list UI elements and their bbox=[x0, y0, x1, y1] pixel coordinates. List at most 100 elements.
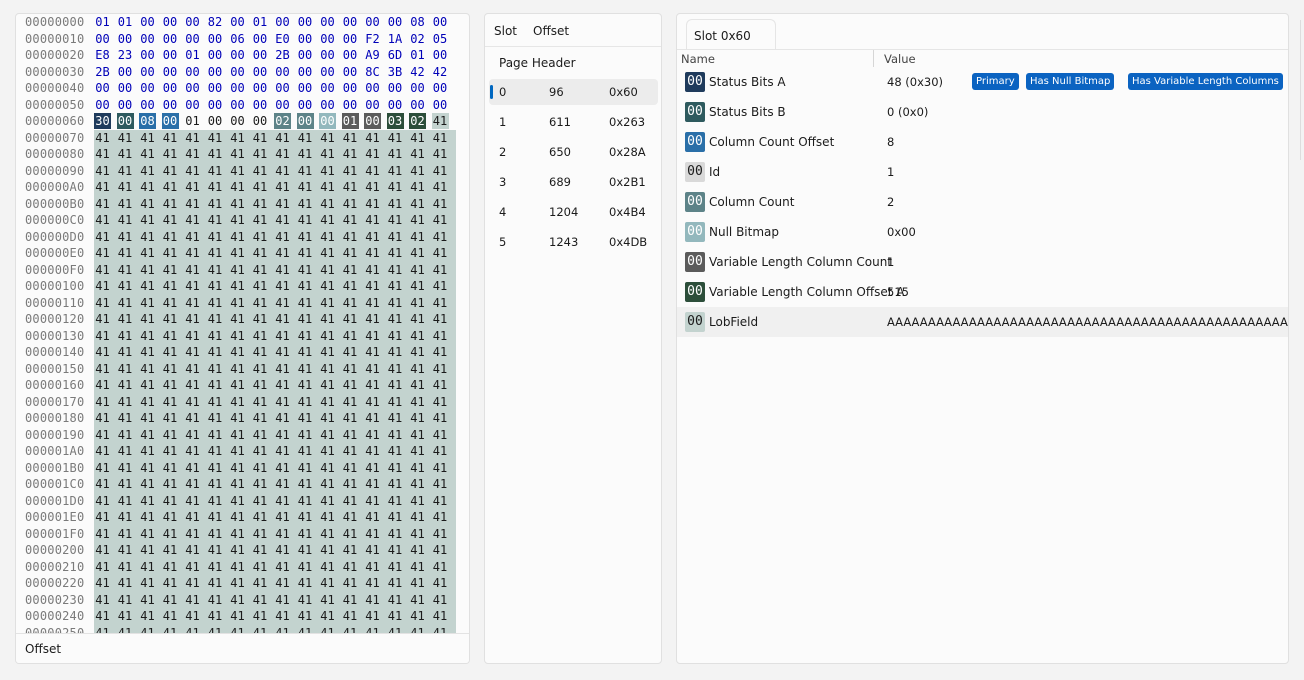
hex-byte[interactable]: 41 bbox=[161, 393, 179, 410]
hex-byte[interactable]: 41 bbox=[364, 311, 381, 327]
hex-byte[interactable]: 41 bbox=[341, 476, 359, 492]
hex-byte[interactable]: 41 bbox=[206, 509, 224, 525]
hex-byte[interactable]: 41 bbox=[341, 261, 359, 278]
hex-byte[interactable]: 00 bbox=[229, 64, 246, 80]
hex-byte[interactable]: 41 bbox=[296, 162, 314, 179]
hex-byte[interactable]: 41 bbox=[161, 212, 179, 228]
hex-byte[interactable]: 41 bbox=[364, 476, 381, 492]
hex-byte[interactable]: 41 bbox=[184, 212, 201, 228]
hex-byte[interactable]: 41 bbox=[409, 162, 426, 179]
hex-byte[interactable]: 41 bbox=[139, 525, 156, 542]
hex-byte[interactable]: 42 bbox=[432, 64, 449, 80]
name-column-header[interactable]: Name bbox=[681, 52, 715, 66]
hex-byte[interactable]: 00 bbox=[432, 97, 449, 113]
hex-byte[interactable]: 41 bbox=[116, 195, 134, 212]
hex-byte[interactable]: 41 bbox=[431, 377, 449, 393]
hex-byte[interactable]: 41 bbox=[94, 344, 111, 360]
hex-byte[interactable]: 41 bbox=[139, 459, 156, 476]
hex-byte[interactable]: 41 bbox=[251, 294, 269, 311]
hex-byte[interactable]: 41 bbox=[161, 360, 179, 377]
hex-byte[interactable]: 00 bbox=[364, 14, 381, 30]
hex-byte[interactable]: 41 bbox=[409, 377, 426, 393]
hex-byte[interactable]: 00 bbox=[117, 97, 134, 113]
hex-byte[interactable]: 41 bbox=[184, 558, 201, 575]
hex-byte[interactable]: 41 bbox=[139, 278, 156, 294]
hex-byte[interactable]: 41 bbox=[364, 129, 381, 146]
hex-byte[interactable]: 41 bbox=[184, 492, 201, 509]
hex-byte[interactable]: 41 bbox=[139, 228, 156, 245]
hex-byte[interactable]: 00 bbox=[207, 97, 224, 113]
hex-byte[interactable]: 41 bbox=[274, 212, 291, 228]
hex-byte[interactable]: 41 bbox=[386, 608, 404, 624]
hex-byte[interactable]: 41 bbox=[116, 558, 134, 575]
hex-byte[interactable]: 41 bbox=[274, 311, 291, 327]
value-column-header[interactable]: Value bbox=[884, 52, 916, 66]
hex-byte[interactable]: 41 bbox=[251, 558, 269, 575]
hex-byte[interactable]: 00 bbox=[139, 80, 156, 96]
hex-byte[interactable]: 41 bbox=[206, 443, 224, 459]
hex-byte[interactable]: 41 bbox=[386, 542, 404, 558]
hex-byte[interactable]: 41 bbox=[431, 575, 449, 591]
hex-byte[interactable]: 41 bbox=[319, 492, 336, 509]
hex-byte[interactable]: 41 bbox=[409, 426, 426, 443]
hex-byte[interactable]: 41 bbox=[341, 129, 359, 146]
hex-byte[interactable]: 41 bbox=[94, 129, 111, 146]
hex-byte[interactable]: 41 bbox=[184, 294, 201, 311]
hex-byte[interactable]: 41 bbox=[409, 245, 426, 261]
hex-byte[interactable]: 41 bbox=[139, 393, 156, 410]
hex-byte[interactable]: 00 bbox=[139, 14, 156, 30]
hex-byte[interactable]: 41 bbox=[161, 245, 179, 261]
hex-byte[interactable]: 00 bbox=[252, 47, 269, 63]
hex-byte[interactable]: 41 bbox=[206, 492, 224, 509]
property-row[interactable]: 00 Column Count 2 bbox=[677, 187, 1288, 217]
hex-byte[interactable]: 41 bbox=[251, 542, 269, 558]
hex-byte[interactable]: 00 bbox=[117, 64, 134, 80]
hex-byte[interactable]: 41 bbox=[319, 179, 336, 195]
hex-byte[interactable]: 41 bbox=[364, 278, 381, 294]
hex-byte[interactable]: 41 bbox=[431, 228, 449, 245]
hex-byte[interactable]: 41 bbox=[386, 344, 404, 360]
hex-byte[interactable]: 41 bbox=[296, 311, 314, 327]
hex-byte[interactable]: 41 bbox=[116, 212, 134, 228]
hex-byte[interactable]: 41 bbox=[161, 443, 179, 459]
hex-byte[interactable]: 41 bbox=[116, 228, 134, 245]
property-row[interactable]: 00 Null Bitmap 0x00 bbox=[677, 217, 1288, 247]
hex-byte[interactable]: 00 bbox=[252, 64, 269, 80]
hex-byte[interactable]: 00 bbox=[274, 80, 291, 96]
hex-byte[interactable]: 41 bbox=[409, 278, 426, 294]
hex-byte[interactable]: 41 bbox=[116, 410, 134, 426]
hex-byte[interactable]: 00 bbox=[184, 31, 201, 47]
hex-byte[interactable]: 41 bbox=[274, 344, 291, 360]
property-row[interactable]: 00 Column Count Offset 8 bbox=[677, 127, 1288, 157]
slot-item-5[interactable]: 5 1243 0x4DB bbox=[489, 229, 658, 255]
hex-byte[interactable]: 41 bbox=[341, 410, 359, 426]
hex-byte[interactable]: 41 bbox=[409, 492, 426, 509]
hex-byte[interactable]: 41 bbox=[161, 162, 179, 179]
hex-byte[interactable]: 02 bbox=[274, 113, 291, 129]
hex-byte[interactable]: 41 bbox=[94, 327, 111, 344]
hex-byte[interactable]: 41 bbox=[431, 212, 449, 228]
hex-byte[interactable]: 00 bbox=[364, 80, 381, 96]
hex-byte[interactable]: 41 bbox=[94, 459, 111, 476]
hex-byte[interactable]: 00 bbox=[297, 80, 314, 96]
hex-byte[interactable]: 41 bbox=[386, 492, 404, 509]
hex-byte[interactable]: 01 bbox=[409, 47, 426, 63]
hex-byte[interactable]: 41 bbox=[364, 575, 381, 591]
hex-byte[interactable]: 41 bbox=[364, 146, 381, 162]
hex-byte[interactable]: 41 bbox=[386, 294, 404, 311]
hex-byte[interactable]: 41 bbox=[274, 360, 291, 377]
hex-byte[interactable]: 41 bbox=[319, 591, 336, 608]
hex-byte[interactable]: 00 bbox=[207, 47, 224, 63]
hex-byte[interactable]: 01 bbox=[184, 47, 201, 63]
hex-byte[interactable]: 41 bbox=[319, 410, 336, 426]
hex-byte[interactable]: 41 bbox=[251, 179, 269, 195]
hex-byte[interactable]: 02 bbox=[409, 31, 426, 47]
hex-byte[interactable]: 41 bbox=[341, 558, 359, 575]
property-row[interactable]: 00 Id 1 bbox=[677, 157, 1288, 187]
hex-byte[interactable]: 41 bbox=[364, 162, 381, 179]
hex-byte[interactable]: 41 bbox=[206, 162, 224, 179]
hex-byte[interactable]: 08 bbox=[409, 14, 426, 30]
hex-byte[interactable]: 41 bbox=[229, 360, 246, 377]
hex-byte[interactable]: 41 bbox=[296, 542, 314, 558]
hex-byte[interactable]: 41 bbox=[229, 344, 246, 360]
